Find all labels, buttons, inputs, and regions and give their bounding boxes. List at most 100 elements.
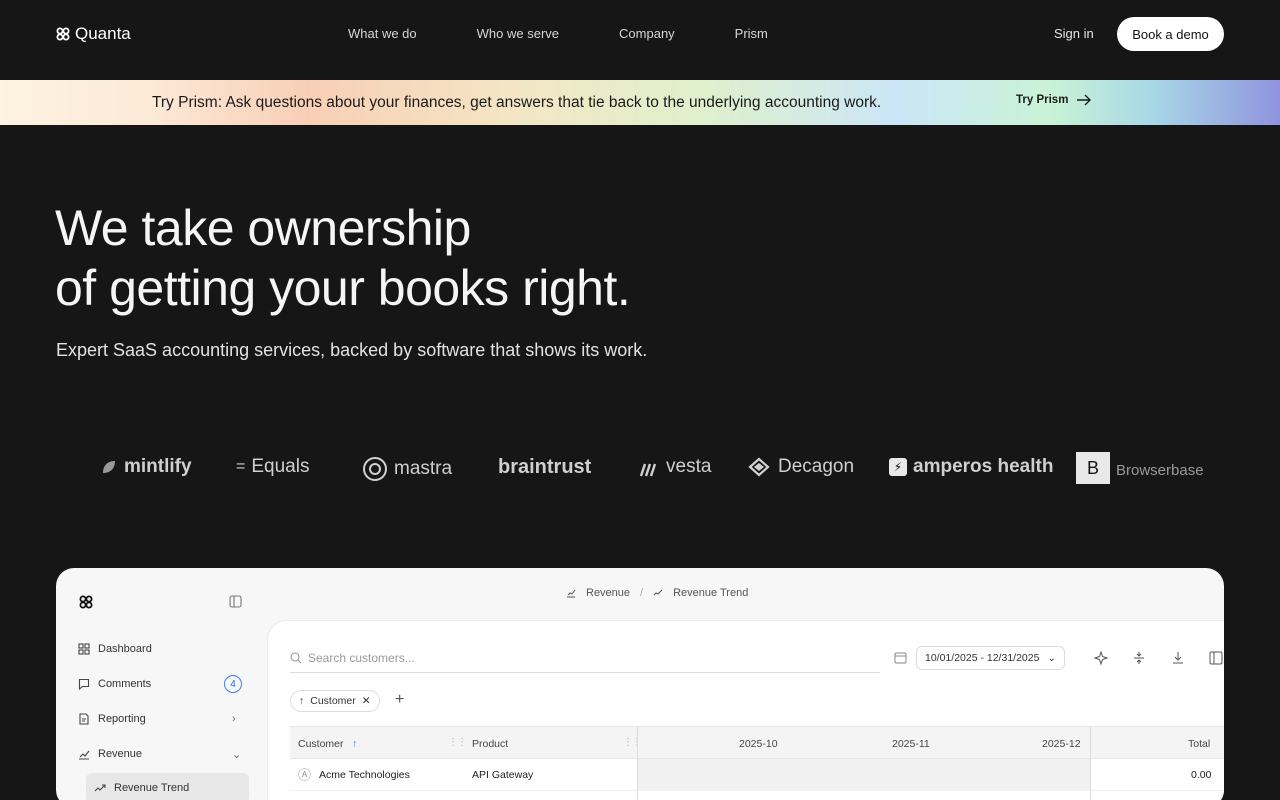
logo-equals-text: Equals: [251, 456, 310, 477]
document-icon: [79, 713, 89, 725]
try-prism-label: Try Prism: [1016, 94, 1069, 106]
drag-handle-icon[interactable]: ⋮⋮: [623, 737, 642, 748]
sidebar-toggle-icon[interactable]: [229, 595, 242, 608]
breadcrumb-revenue-trend[interactable]: Revenue Trend: [673, 587, 748, 599]
columns-icon[interactable]: [1209, 651, 1223, 665]
nav-link-company[interactable]: Company: [619, 26, 675, 41]
add-filter-button[interactable]: +: [395, 691, 404, 709]
collapse-icon[interactable]: [1132, 651, 1146, 665]
logo-browserbase: B Browserbase: [1076, 452, 1204, 484]
trend-icon: [653, 589, 663, 596]
quanta-logo[interactable]: Quanta: [56, 24, 131, 44]
logo-vesta-text: vesta: [666, 456, 712, 477]
column-header-total[interactable]: Total: [1188, 738, 1210, 750]
app-preview: Dashboard Comments 4 Reporting › Revenue…: [56, 568, 1224, 800]
logo-decagon-text: Decagon: [778, 456, 855, 477]
close-icon[interactable]: ✕: [362, 695, 371, 707]
try-prism-link[interactable]: Try Prism: [1016, 94, 1092, 106]
sidebar-item-label: Revenue: [98, 748, 143, 760]
prism-banner: Try Prism: Ask questions about your fina…: [0, 80, 1280, 125]
sidebar-item-reporting[interactable]: Reporting: [78, 713, 248, 725]
banner-text: Try Prism: Ask questions about your fina…: [152, 94, 882, 111]
arrow-right-icon: [1077, 94, 1092, 106]
hero-title-line-1: We take ownership: [55, 200, 471, 256]
chevron-down-icon: ⌄: [1047, 652, 1056, 664]
logo-amperos-health: ⚡ amperos health: [889, 456, 1053, 478]
quanta-logo-icon: [56, 27, 70, 41]
mintlify-icon: [103, 461, 115, 473]
amperos-icon: ⚡: [889, 458, 907, 476]
decagon-icon: [748, 457, 770, 477]
equals-icon: =: [236, 458, 246, 475]
logo-browserbase-text: Browserbase: [1116, 461, 1204, 479]
logo-decagon: Decagon: [746, 456, 854, 478]
grid-icon: [78, 643, 90, 655]
nav-link-what-we-do[interactable]: What we do: [348, 26, 417, 41]
nav-link-who-we-serve[interactable]: Who we serve: [477, 26, 559, 41]
avatar: A: [298, 768, 311, 781]
column-header-product[interactable]: Product: [472, 738, 508, 750]
sort-asc-icon: ↑: [299, 695, 305, 707]
nav-link-prism[interactable]: Prism: [735, 26, 768, 41]
logo-mastra: mastra: [362, 456, 452, 482]
breadcrumb: Revenue / Revenue Trend: [566, 587, 748, 599]
column-header-2025-10[interactable]: 2025-10: [739, 738, 778, 750]
search-placeholder: Search customers...: [308, 651, 415, 665]
comment-icon: [78, 678, 90, 690]
logo-equals: = Equals: [236, 456, 309, 478]
book-demo-button[interactable]: Book a demo: [1117, 17, 1224, 51]
cell-product: API Gateway: [472, 769, 534, 781]
sort-asc-icon: ↑: [352, 738, 358, 750]
browserbase-icon: B: [1076, 452, 1110, 484]
date-range-value: 10/01/2025 - 12/31/2025: [925, 652, 1040, 664]
trend-icon: [94, 784, 106, 792]
row-month-cells: [638, 759, 1090, 791]
date-range-select[interactable]: 10/01/2025 - 12/31/2025 ⌄: [916, 646, 1065, 670]
filter-chip-label: Customer: [310, 695, 356, 707]
filter-chip-customer[interactable]: ↑ Customer ✕: [290, 690, 380, 712]
revenue-icon: [567, 589, 576, 598]
logo-braintrust: braintrust: [498, 456, 591, 479]
content-panel: Search customers... 10/01/2025 - 12/31/2…: [267, 620, 1224, 800]
chevron-down-icon[interactable]: ⌄: [232, 748, 241, 761]
sidebar-subitem-revenue-trend[interactable]: Revenue Trend: [86, 773, 249, 800]
column-header-2025-12[interactable]: 2025-12: [1042, 738, 1081, 750]
chart-icon: [79, 750, 90, 760]
breadcrumb-revenue[interactable]: Revenue: [586, 587, 630, 599]
logo-mintlify: mintlify: [100, 456, 192, 478]
hero-title: We take ownership of getting your books …: [55, 198, 631, 318]
hero-title-line-2: of getting your books right.: [55, 260, 631, 316]
search-icon: [290, 652, 302, 664]
drag-handle-icon[interactable]: ⋮⋮: [448, 737, 467, 748]
breadcrumb-separator: /: [640, 587, 644, 599]
customer-logos: mintlify = Equals mastra braintrust vest…: [0, 450, 1280, 484]
column-header-2025-11[interactable]: 2025-11: [892, 738, 930, 750]
nav-links: What we do Who we serve Company Prism: [348, 26, 768, 41]
search-input[interactable]: Search customers...: [290, 651, 880, 673]
logo-vesta: vesta: [638, 456, 711, 478]
sign-in-link[interactable]: Sign in: [1054, 26, 1094, 41]
chevron-right-icon[interactable]: ›: [232, 713, 236, 725]
logo-text: Quanta: [75, 24, 131, 43]
sidebar-subitem-label: Revenue Trend: [114, 782, 190, 794]
sidebar-item-label: Comments: [98, 678, 152, 690]
logo-amperos-text: amperos health: [913, 456, 1054, 477]
mastra-icon: [363, 457, 387, 481]
app-logo-icon: [79, 595, 93, 609]
sparkle-icon[interactable]: [1094, 651, 1108, 665]
table-row[interactable]: A Acme Technologies API Gateway 0.00: [290, 759, 1224, 791]
sidebar-item-label: Dashboard: [98, 643, 152, 655]
column-header-customer[interactable]: Customer: [298, 738, 344, 750]
vesta-icon: [639, 463, 657, 477]
sidebar-item-dashboard[interactable]: Dashboard: [78, 643, 248, 655]
top-nav: Quanta What we do Who we serve Company P…: [0, 0, 1280, 80]
logo-mastra-text: mastra: [394, 458, 453, 479]
download-icon[interactable]: [1171, 651, 1185, 665]
sidebar-item-revenue[interactable]: Revenue: [78, 748, 248, 760]
cell-total: 0.00: [1191, 769, 1212, 781]
sidebar-item-comments[interactable]: Comments: [78, 678, 248, 690]
comments-count-badge: 4: [224, 675, 242, 693]
logo-mintlify-text: mintlify: [124, 456, 192, 477]
logo-braintrust-text: braintrust: [498, 456, 592, 478]
hero-subtitle: Expert SaaS accounting services, backed …: [56, 340, 648, 360]
